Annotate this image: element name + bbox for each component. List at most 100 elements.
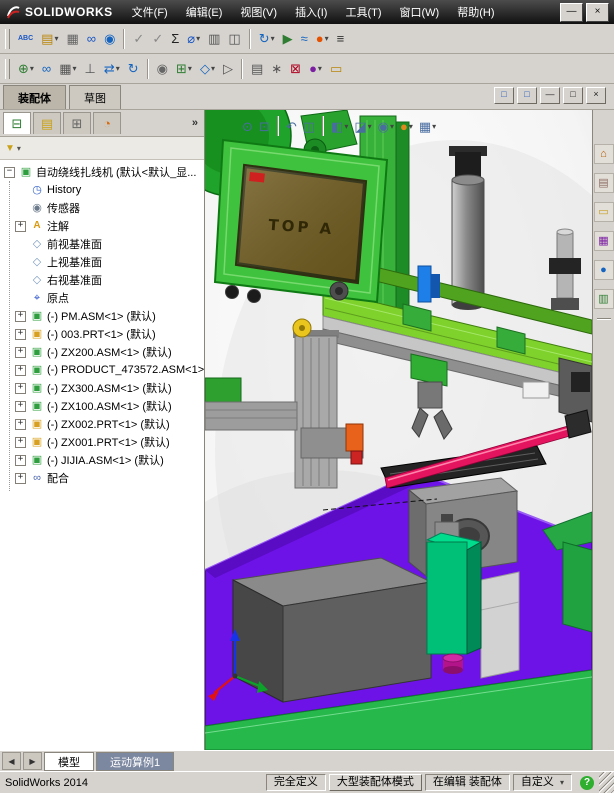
hyperlink-icon[interactable]: ∞ <box>84 26 99 52</box>
configuration-manager-tab[interactable]: ⊞ <box>63 112 91 134</box>
tree-item-product-473572-asm-expand-box[interactable]: + <box>15 364 26 376</box>
web-options-icon[interactable]: ◉ <box>101 26 118 52</box>
rotate-component-icon[interactable]: ↻ <box>125 56 142 82</box>
tree-item-zx002-prt-expand-box[interactable]: + <box>15 418 26 430</box>
equations-icon[interactable]: Σ <box>168 26 182 52</box>
render-icon[interactable]: ● ▾ <box>313 26 332 52</box>
toolbar-grip[interactable] <box>5 28 10 49</box>
tree-item-003-prt-expand-box[interactable]: + <box>15 328 26 340</box>
tree-item-top-plane[interactable]: ◇ 上视基准面 <box>0 253 204 271</box>
property-manager-tab[interactable]: ▤ <box>33 112 61 134</box>
tree-item-zx100-asm[interactable]: + ▣ (-) ZX100.ASM<1> (默认) <box>0 397 204 415</box>
scene-icon[interactable]: ▦ ▾ <box>416 118 439 135</box>
pendant-monitor-component[interactable]: TOP A <box>213 138 389 304</box>
previous-document-button[interactable]: □ <box>494 87 514 104</box>
flow-icon[interactable]: ≈ <box>298 26 311 52</box>
appearances-toolbar-icon[interactable]: ● ▾ <box>306 56 325 82</box>
tab-assembly[interactable]: 装配体 <box>3 85 66 109</box>
tree-item-zx300-asm-expand-box[interactable]: + <box>15 382 26 394</box>
design-library-icon[interactable]: ▤ <box>593 173 614 193</box>
reference-geometry-icon[interactable]: ◇ ▾ <box>197 56 218 82</box>
zoom-fit-icon[interactable]: ⊙ <box>239 118 256 135</box>
tab-scroll-right-button[interactable]: ▶ <box>23 752 42 770</box>
dark-box-component[interactable] <box>231 557 433 703</box>
insert-component-icon[interactable]: ⊕ ▾ <box>15 56 37 82</box>
tree-item-pm-asm[interactable]: + ▣ (-) PM.ASM<1> (默认) <box>0 307 204 325</box>
edit-appearance-icon[interactable]: ● ▾ <box>397 118 416 135</box>
doc-close-button[interactable]: × <box>586 87 606 104</box>
menu-window[interactable]: 窗口(W) <box>391 0 449 24</box>
view-orientation-icon[interactable]: ◧ ▾ <box>328 118 351 135</box>
view-palette-icon[interactable]: ▦ <box>593 231 614 251</box>
measure-icon[interactable]: ⌀ ▾ <box>184 26 203 52</box>
tree-item-history[interactable]: ◷ History <box>0 181 204 199</box>
tree-item-zx100-asm-expand-box[interactable]: + <box>15 400 26 412</box>
filter-caret-icon[interactable]: ▾ <box>17 144 21 153</box>
next-document-button[interactable]: □ <box>517 87 537 104</box>
mate-icon[interactable]: ∞ <box>39 56 54 82</box>
assembly-features-icon[interactable]: ⊞ ▾ <box>173 56 195 82</box>
display-style-icon[interactable]: ◪ ▾ <box>351 118 374 135</box>
feature-manager-tab[interactable]: ⊟ <box>3 112 31 134</box>
tree-item-annotations-expand-box[interactable]: + <box>15 220 26 232</box>
interference-detection-icon[interactable]: ⊠ <box>287 56 304 82</box>
tree-item-pm-asm-expand-box[interactable]: + <box>15 310 26 322</box>
filter-funnel-icon[interactable]: ▼ <box>5 143 15 154</box>
custom-properties-icon[interactable]: ▥ <box>593 289 614 309</box>
pack-and-go-icon[interactable]: ▭ <box>327 56 345 82</box>
spellcheck-icon[interactable]: ABC <box>15 26 36 52</box>
bom-icon[interactable]: ▤ <box>248 56 266 82</box>
menu-view[interactable]: 视图(V) <box>231 0 286 24</box>
file-explorer-icon[interactable]: ▭ <box>593 202 614 222</box>
zoom-area-icon[interactable]: ⊡ <box>256 118 273 135</box>
tree-item-zx300-asm[interactable]: + ▣ (-) ZX300.ASM<1> (默认) <box>0 379 204 397</box>
minimize-window-button[interactable]: — <box>560 2 583 22</box>
show-hidden-icon[interactable]: ◉ <box>154 56 171 82</box>
move-component-icon[interactable]: ⇄ ▾ <box>101 56 123 82</box>
tree-item-mates[interactable]: + ∞ 配合 <box>0 469 204 487</box>
design-table-icon[interactable]: ▦ <box>63 26 81 52</box>
tree-item-zx001-prt-expand-box[interactable]: + <box>15 436 26 448</box>
status-large-assembly-mode[interactable]: 大型装配体模式 <box>328 774 422 791</box>
tree-item-sensors[interactable]: ◉ 传感器 <box>0 199 204 217</box>
tree-item-zx200-asm[interactable]: + ▣ (-) ZX200.ASM<1> (默认) <box>0 343 204 361</box>
resize-grip[interactable] <box>599 772 614 793</box>
tab-motion-study-1[interactable]: 运动算例1 <box>96 752 175 771</box>
tree-item-003-prt[interactable]: + ▣ (-) 003.PRT<1> (默认) <box>0 325 204 343</box>
motion-manager-icon[interactable]: ↻ ▾ <box>256 26 278 52</box>
tree-item-zx200-asm-expand-box[interactable]: + <box>15 346 26 358</box>
exploded-view-icon[interactable]: ∗ <box>268 56 285 82</box>
tree-item-mates-expand-box[interactable]: + <box>15 472 26 484</box>
select-filter-icon[interactable]: ✓ <box>130 26 147 52</box>
smart-fastener-icon[interactable]: ⊥ <box>82 56 99 82</box>
design-binder-icon[interactable]: ▤ ▾ <box>38 26 61 52</box>
panel-expand-chevron-icon[interactable]: » <box>192 117 204 129</box>
display-manager-tab[interactable]: ◔ <box>93 112 121 134</box>
verification-icon[interactable]: ✓ <box>149 26 166 52</box>
tree-item-jijia-asm[interactable]: + ▣ (-) JIJIA.ASM<1> (默认) <box>0 451 204 469</box>
menu-edit[interactable]: 编辑(E) <box>177 0 232 24</box>
aluminum-column-component[interactable] <box>292 318 339 489</box>
linear-pattern-icon[interactable]: ▦ ▾ <box>56 56 79 82</box>
options-icon[interactable]: ≡ <box>334 26 348 52</box>
menu-help[interactable]: 帮助(H) <box>448 0 503 24</box>
section-properties-icon[interactable]: ◫ <box>225 26 243 52</box>
resources-icon[interactable]: ⌂ <box>593 144 614 164</box>
new-motion-study-icon[interactable]: ▷ <box>220 56 236 82</box>
appearances-icon[interactable]: ● <box>593 260 614 280</box>
tree-item-zx001-prt[interactable]: + ▣ (-) ZX001.PRT<1> (默认) <box>0 433 204 451</box>
tree-item-jijia-asm-expand-box[interactable]: + <box>15 454 26 466</box>
tree-item-annotations[interactable]: + A 注解 <box>0 217 204 235</box>
tree-item-product-473572-asm[interactable]: + ▣ (-) PRODUCT_473572.ASM<1> <box>0 361 204 379</box>
tab-model[interactable]: 模型 <box>44 752 94 771</box>
doc-restore-button[interactable]: □ <box>563 87 583 104</box>
status-custom-dropdown[interactable]: 自定义 ▾ <box>512 774 572 791</box>
menu-insert[interactable]: 插入(I) <box>286 0 336 24</box>
graphics-area[interactable]: TOP A ⊙ ⊡ ↶ ◫ ◧ ▾ ◪ ▾ ◉ ▾ ● ▾ ▦ ▾ <box>205 110 592 750</box>
close-window-button[interactable]: × <box>586 2 609 22</box>
help-button[interactable]: ? <box>580 775 594 790</box>
tree-root-collapse-box[interactable]: − <box>4 166 15 178</box>
section-view-icon[interactable]: ◫ <box>300 118 318 135</box>
tree-item-origin[interactable]: ⌖ 原点 <box>0 289 204 307</box>
menu-tools[interactable]: 工具(T) <box>336 0 390 24</box>
